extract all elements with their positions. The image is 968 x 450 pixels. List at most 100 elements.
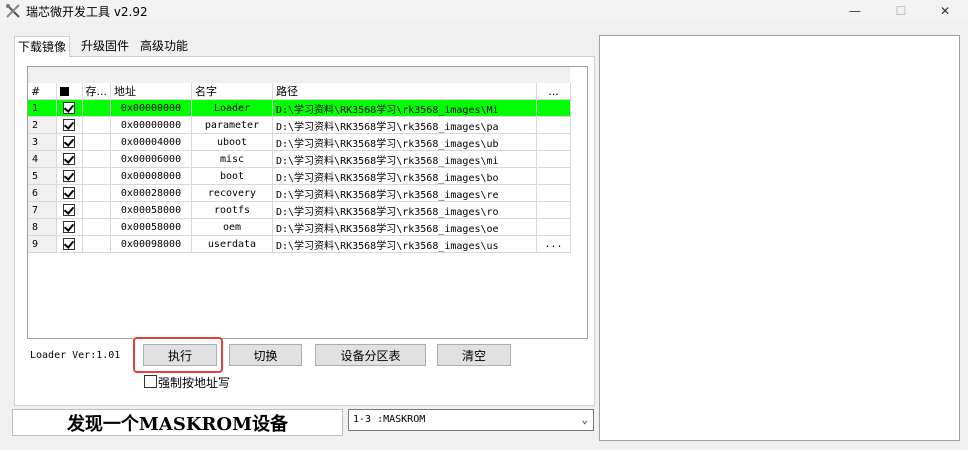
row-path: D:\学习资料\RK3568学习\rk3568_images\Mi bbox=[272, 99, 537, 117]
row-index: 5 bbox=[28, 167, 57, 185]
row-storage bbox=[82, 150, 111, 168]
table-row[interactable]: 6 0x00028000 recovery D:\学习资料\RK3568学习\rk35… bbox=[28, 184, 571, 202]
checkbox-checked-icon[interactable] bbox=[63, 119, 75, 131]
device-select[interactable]: 1-3 :MASKROM ⌄ bbox=[348, 409, 594, 431]
partition-table[interactable]: # 存... 地址 名字 路径 ... 1 0x00000000 Loader D:\… bbox=[28, 83, 571, 253]
checkbox-checked-icon[interactable] bbox=[63, 136, 75, 148]
row-storage bbox=[82, 218, 111, 236]
row-address: 0x00000000 bbox=[110, 116, 192, 134]
row-index: 4 bbox=[28, 150, 57, 168]
checkbox-checked-icon[interactable] bbox=[63, 204, 75, 216]
row-checkbox[interactable] bbox=[56, 150, 83, 168]
row-checkbox[interactable] bbox=[56, 235, 83, 253]
row-index: 1 bbox=[28, 99, 57, 117]
row-index: 7 bbox=[28, 201, 57, 219]
table-row[interactable]: 2 0x00000000 parameter D:\学习资料\RK3568学习\rk3… bbox=[28, 116, 571, 134]
row-path: D:\学习资料\RK3568学习\rk3568_images\oe bbox=[272, 218, 537, 236]
row-name: recovery bbox=[191, 184, 273, 202]
row-storage bbox=[82, 116, 111, 134]
col-header-name[interactable]: 名字 bbox=[191, 83, 273, 100]
row-index: 6 bbox=[28, 184, 57, 202]
row-index: 3 bbox=[28, 133, 57, 151]
maximize-button[interactable]: ☐ bbox=[878, 0, 924, 22]
row-address: 0x00058000 bbox=[110, 218, 192, 236]
row-checkbox[interactable] bbox=[56, 184, 83, 202]
col-header-address[interactable]: 地址 bbox=[110, 83, 192, 100]
switch-button[interactable]: 切换 bbox=[229, 344, 302, 366]
row-checkbox[interactable] bbox=[56, 133, 83, 151]
row-path: D:\学习资料\RK3568学习\rk3568_images\ub bbox=[272, 133, 537, 151]
col-header-storage[interactable]: 存... bbox=[82, 83, 111, 100]
tab-download-image[interactable]: 下载镜像 bbox=[14, 36, 71, 57]
table-row[interactable]: 5 0x00008000 boot D:\学习资料\RK3568学习\rk3568_i… bbox=[28, 167, 571, 185]
device-partition-table-button[interactable]: 设备分区表 bbox=[315, 344, 426, 366]
row-name: boot bbox=[191, 167, 273, 185]
row-checkbox[interactable] bbox=[56, 116, 83, 134]
title-bar: 瑞芯微开发工具 v2.92 — ☐ ✕ bbox=[0, 0, 968, 22]
row-address: 0x00000000 bbox=[110, 99, 192, 117]
row-address: 0x00004000 bbox=[110, 133, 192, 151]
checkbox-checked-icon[interactable] bbox=[63, 102, 75, 114]
row-address: 0x00058000 bbox=[110, 201, 192, 219]
force-write-by-address-checkbox[interactable] bbox=[144, 375, 157, 388]
row-path: D:\学习资料\RK3568学习\rk3568_images\ro bbox=[272, 201, 537, 219]
tab-advanced-functions[interactable]: 高级功能 bbox=[137, 36, 191, 56]
row-name: userdata bbox=[191, 235, 273, 253]
maximize-icon: ☐ bbox=[895, 4, 907, 18]
execute-button[interactable]: 执行 bbox=[143, 344, 217, 366]
checkbox-checked-icon[interactable] bbox=[63, 221, 75, 233]
checkbox-checked-icon[interactable] bbox=[63, 238, 75, 250]
checkbox-checked-icon[interactable] bbox=[63, 153, 75, 165]
col-header-more[interactable]: ... bbox=[536, 83, 571, 100]
row-storage bbox=[82, 201, 111, 219]
list-header-strip bbox=[28, 67, 570, 84]
row-index: 2 bbox=[28, 116, 57, 134]
minimize-button[interactable]: — bbox=[832, 0, 878, 22]
table-row[interactable]: 1 0x00000000 Loader D:\学习资料\RK3568学习\rk3568… bbox=[28, 99, 571, 117]
force-write-by-address-label[interactable]: 强制按地址写 bbox=[158, 374, 230, 391]
row-checkbox[interactable] bbox=[56, 99, 83, 117]
row-checkbox[interactable] bbox=[56, 201, 83, 219]
app-tools-icon bbox=[6, 4, 20, 18]
row-address: 0x00028000 bbox=[110, 184, 192, 202]
tab-upgrade-firmware[interactable]: 升级固件 bbox=[78, 36, 132, 56]
table-row[interactable]: 9 0x00098000 userdata D:\学习资料\RK3568学习\rk35… bbox=[28, 235, 571, 253]
device-status-box: 发现一个MASKROM设备 bbox=[12, 409, 343, 436]
select-all-icon bbox=[59, 87, 69, 96]
row-storage bbox=[82, 235, 111, 253]
table-row[interactable]: 4 0x00006000 misc D:\学习资料\RK3568学习\rk3568_i… bbox=[28, 150, 571, 168]
table-row[interactable]: 7 0x00058000 rootfs D:\学习资料\RK3568学习\rk3568… bbox=[28, 201, 571, 219]
row-checkbox[interactable] bbox=[56, 167, 83, 185]
table-row[interactable]: 3 0x00004000 uboot D:\学习资料\RK3568学习\rk3568_… bbox=[28, 133, 571, 151]
checkbox-checked-icon[interactable] bbox=[63, 170, 75, 182]
row-more: ... bbox=[536, 235, 571, 253]
row-name: misc bbox=[191, 150, 273, 168]
close-button[interactable]: ✕ bbox=[922, 0, 968, 22]
row-address: 0x00098000 bbox=[110, 235, 192, 253]
row-address: 0x00006000 bbox=[110, 150, 192, 168]
row-more bbox=[536, 184, 571, 202]
log-output-pane[interactable] bbox=[599, 35, 960, 441]
table-row[interactable]: 8 0x00058000 oem D:\学习资料\RK3568学习\rk3568_im… bbox=[28, 218, 571, 236]
row-path: D:\学习资料\RK3568学习\rk3568_images\pa bbox=[272, 116, 537, 134]
row-index: 9 bbox=[28, 235, 57, 253]
row-storage bbox=[82, 167, 111, 185]
clear-button[interactable]: 清空 bbox=[437, 344, 511, 366]
row-path: D:\学习资料\RK3568学习\rk3568_images\bo bbox=[272, 167, 537, 185]
row-storage bbox=[82, 184, 111, 202]
row-more bbox=[536, 167, 571, 185]
checkbox-checked-icon[interactable] bbox=[63, 187, 75, 199]
row-checkbox[interactable] bbox=[56, 218, 83, 236]
table-header-row: # 存... 地址 名字 路径 ... bbox=[28, 83, 571, 100]
row-index: 8 bbox=[28, 218, 57, 236]
row-name: uboot bbox=[191, 133, 273, 151]
row-name: oem bbox=[191, 218, 273, 236]
row-storage bbox=[82, 99, 111, 117]
row-more bbox=[536, 116, 571, 134]
col-header-path[interactable]: 路径 bbox=[272, 83, 537, 100]
row-path: D:\学习资料\RK3568学习\rk3568_images\mi bbox=[272, 150, 537, 168]
col-header-index[interactable]: # bbox=[28, 83, 57, 100]
chevron-down-icon: ⌄ bbox=[581, 413, 588, 426]
col-header-select-all[interactable] bbox=[56, 83, 83, 100]
row-name: Loader bbox=[191, 99, 273, 117]
